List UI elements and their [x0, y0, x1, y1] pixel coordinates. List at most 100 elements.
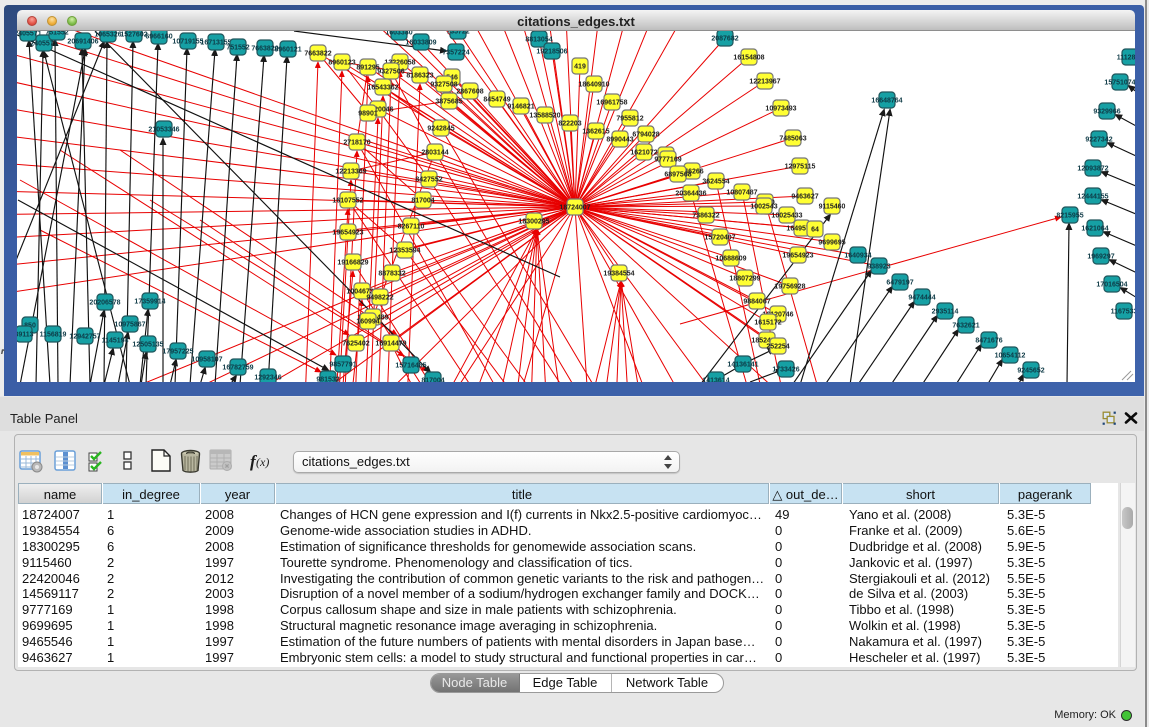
svg-text:1621072: 1621072: [630, 150, 657, 157]
svg-text:2405571: 2405571: [30, 41, 57, 48]
svg-text:1156819: 1156819: [40, 332, 67, 339]
svg-text:6479197: 6479197: [886, 280, 913, 287]
svg-text:1615172: 1615172: [754, 320, 781, 327]
svg-text:9884067: 9884067: [743, 299, 770, 306]
svg-text:7632621: 7632621: [952, 323, 979, 330]
svg-text:1065326: 1065326: [94, 32, 121, 39]
svg-text:10807487: 10807487: [726, 190, 757, 197]
svg-text:(x): (x): [256, 455, 269, 469]
svg-text:252254: 252254: [766, 344, 789, 351]
svg-text:16914479: 16914479: [375, 341, 406, 348]
svg-text:1002543: 1002543: [750, 204, 777, 211]
svg-text:16107552: 16107552: [332, 198, 363, 205]
svg-text:7485063: 7485063: [779, 136, 806, 143]
svg-text:2935114: 2935114: [932, 309, 959, 316]
svg-text:1527602: 1527602: [120, 32, 147, 39]
svg-text:1621064: 1621064: [1081, 226, 1108, 233]
svg-text:2087682: 2087682: [711, 36, 738, 43]
svg-text:8186323: 8186323: [406, 73, 433, 80]
svg-text:19654923: 19654923: [332, 230, 363, 237]
svg-text:9498222: 9498222: [366, 295, 393, 302]
svg-text:20691406: 20691406: [67, 39, 98, 46]
svg-text:7663822: 7663822: [304, 51, 331, 58]
svg-text:9699695: 9699695: [818, 240, 845, 247]
svg-text:18640910: 18640910: [578, 82, 609, 89]
svg-text:17016504: 17016504: [1096, 282, 1127, 289]
svg-text:9474444: 9474444: [908, 295, 935, 302]
svg-text:20206578: 20206578: [89, 300, 120, 307]
svg-text:10719155: 10719155: [172, 39, 203, 46]
svg-text:9115460: 9115460: [819, 204, 846, 211]
svg-text:9857791: 9857791: [329, 362, 356, 369]
svg-text:12942757: 12942757: [69, 334, 100, 341]
svg-text:18300295: 18300295: [518, 219, 549, 226]
svg-text:735722: 735722: [446, 31, 469, 36]
svg-text:10958107: 10958107: [191, 357, 222, 364]
svg-text:1413614: 1413614: [702, 378, 729, 383]
svg-text:64: 64: [811, 227, 819, 234]
svg-text:7955812: 7955812: [616, 116, 643, 123]
svg-text:16648764: 16648764: [871, 98, 902, 105]
svg-text:1733426: 1733426: [772, 367, 799, 374]
svg-text:3875685: 3875685: [435, 99, 462, 106]
svg-text:1969297: 1969297: [1087, 254, 1114, 261]
svg-text:1640934: 1640934: [844, 253, 871, 260]
svg-text:8267110: 8267110: [398, 224, 425, 231]
svg-text:9463627: 9463627: [791, 194, 818, 201]
svg-text:7386322: 7386322: [692, 213, 719, 220]
svg-text:751552: 751552: [226, 45, 249, 52]
svg-text:6966160: 6966160: [145, 34, 172, 41]
svg-text:20364436: 20364436: [675, 191, 706, 198]
svg-text:891295: 891295: [356, 65, 379, 72]
svg-text:8471676: 8471676: [975, 338, 1002, 345]
svg-text:9242845: 9242845: [427, 126, 454, 133]
svg-text:13588520: 13588520: [529, 113, 560, 120]
svg-text:10975867: 10975867: [114, 322, 145, 329]
svg-text:8215955: 8215955: [1056, 213, 1083, 220]
svg-text:16154808: 16154808: [733, 55, 764, 62]
svg-text:981532: 981532: [316, 377, 339, 383]
svg-text:7625402: 7625402: [342, 341, 369, 348]
svg-text:938923: 938923: [867, 264, 890, 271]
svg-text:9327506: 9327506: [377, 69, 404, 76]
svg-text:19654923: 19654923: [782, 253, 813, 260]
svg-text:1112853: 1112853: [1117, 55, 1135, 62]
svg-text:15751074: 15751074: [1104, 80, 1135, 87]
svg-text:12213369: 12213369: [335, 169, 366, 176]
svg-text:9777169: 9777169: [654, 157, 681, 164]
svg-text:8878332: 8878332: [378, 271, 405, 278]
svg-text:19384554: 19384554: [603, 271, 634, 278]
svg-text:8427552: 8427552: [415, 177, 442, 184]
svg-text:160994: 160994: [356, 319, 379, 326]
svg-text:1145194: 1145194: [102, 338, 129, 345]
svg-text:1603380: 1603380: [385, 31, 412, 37]
svg-text:10973493: 10973493: [765, 106, 796, 113]
svg-text:15720407: 15720407: [704, 235, 735, 242]
svg-text:12213967: 12213967: [749, 79, 780, 86]
svg-text:39113: 39113: [17, 332, 34, 339]
svg-text:19166829: 19166829: [337, 260, 368, 267]
svg-text:10654112: 10654112: [995, 353, 1026, 360]
svg-text:17957225: 17957225: [162, 349, 193, 356]
svg-text:8960121: 8960121: [274, 47, 301, 54]
svg-text:3624554: 3624554: [702, 179, 729, 186]
svg-text:6897568: 6897568: [664, 172, 691, 179]
svg-text:419: 419: [574, 64, 586, 71]
svg-text:16033809: 16033809: [405, 40, 436, 47]
svg-text:9227342: 9227342: [1085, 137, 1112, 144]
svg-text:19218506: 19218506: [536, 49, 567, 56]
svg-text:17359914: 17359914: [134, 299, 165, 306]
svg-text:10025433: 10025433: [771, 213, 802, 220]
svg-text:12093872: 12093872: [1077, 166, 1108, 173]
svg-text:12353594: 12353594: [389, 248, 420, 255]
svg-text:19756928: 19756928: [774, 284, 805, 291]
svg-text:1167533: 1167533: [1111, 309, 1135, 316]
svg-text:9245652: 9245652: [1017, 368, 1044, 375]
svg-text:9146821: 9146821: [507, 104, 534, 111]
svg-text:9327508: 9327508: [430, 82, 457, 89]
svg-text:2803144: 2803144: [421, 150, 448, 157]
svg-text:8960123: 8960123: [328, 60, 355, 67]
svg-text:8454749: 8454749: [483, 97, 510, 104]
svg-text:1292346: 1292346: [254, 375, 281, 382]
svg-text:16782759: 16782759: [222, 365, 253, 372]
